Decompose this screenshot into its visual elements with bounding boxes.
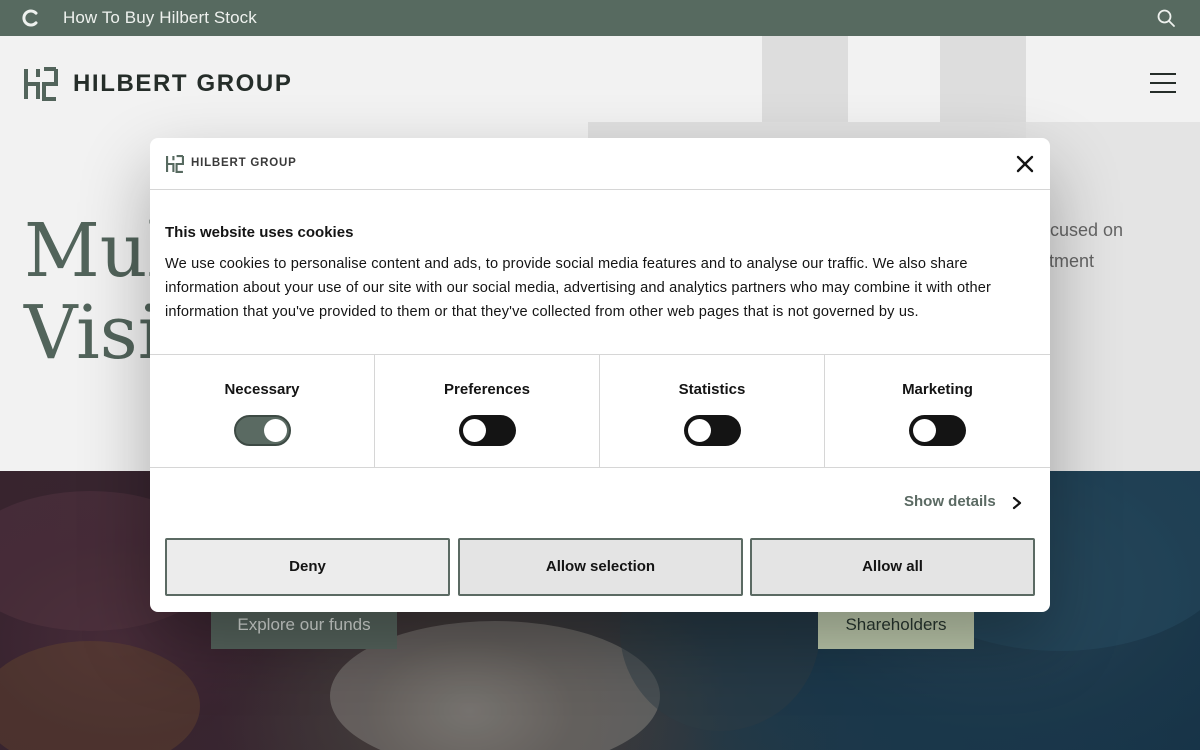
dialog-title: This website uses cookies bbox=[165, 224, 354, 241]
preferences-toggle[interactable] bbox=[459, 415, 516, 446]
category-preferences: Preferences bbox=[375, 355, 600, 467]
category-statistics: Statistics bbox=[600, 355, 825, 467]
category-label: Marketing bbox=[902, 381, 973, 398]
allow-selection-button[interactable]: Allow selection bbox=[458, 538, 743, 596]
hilbert-logo-icon bbox=[166, 155, 184, 173]
category-label: Necessary bbox=[224, 381, 300, 398]
marketing-toggle[interactable] bbox=[909, 415, 966, 446]
search-icon[interactable] bbox=[1156, 8, 1176, 28]
category-label: Statistics bbox=[678, 381, 746, 398]
cookie-consent-dialog: HILBERT GROUP This website uses cookies … bbox=[150, 138, 1050, 612]
toggle-knob bbox=[463, 419, 486, 442]
category-necessary: Necessary bbox=[150, 355, 375, 467]
show-details-link[interactable]: Show details bbox=[904, 493, 996, 510]
toggle-knob bbox=[913, 419, 936, 442]
top-promo-bar: How To Buy Hilbert Stock bbox=[0, 0, 1200, 36]
dialog-brand-name: HILBERT GROUP bbox=[191, 157, 297, 169]
loading-spinner-icon bbox=[22, 9, 38, 27]
necessary-toggle[interactable] bbox=[234, 415, 291, 446]
category-marketing: Marketing bbox=[825, 355, 1050, 467]
toggle-knob bbox=[688, 419, 711, 442]
toggle-knob bbox=[264, 419, 287, 442]
buy-stock-link[interactable]: How To Buy Hilbert Stock bbox=[63, 0, 257, 36]
dialog-header: HILBERT GROUP bbox=[150, 138, 1050, 190]
allow-all-button[interactable]: Allow all bbox=[750, 538, 1035, 596]
statistics-toggle[interactable] bbox=[684, 415, 741, 446]
category-label: Preferences bbox=[444, 381, 530, 398]
cookie-categories: Necessary Preferences Statistics Marketi… bbox=[150, 354, 1050, 468]
chevron-right-icon[interactable] bbox=[1012, 496, 1022, 510]
close-icon[interactable] bbox=[1016, 155, 1034, 173]
deny-button[interactable]: Deny bbox=[165, 538, 450, 596]
dialog-body-text: We use cookies to personalise content an… bbox=[165, 256, 992, 320]
